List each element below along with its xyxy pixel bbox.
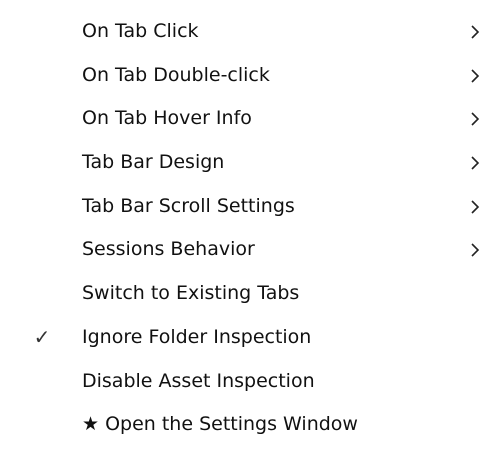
checkmark-icon: ✓ xyxy=(33,324,51,349)
chevron-right-icon xyxy=(468,68,482,84)
menu-item-switch-to-existing-tabs[interactable]: Switch to Existing Tabs xyxy=(4,272,488,316)
menu-item-tab-bar-design[interactable]: Tab Bar Design xyxy=(4,141,488,185)
menu-item-ignore-folder-inspection[interactable]: ✓ Ignore Folder Inspection xyxy=(4,316,488,360)
chevron-right-icon xyxy=(468,24,482,40)
menu-item-label: Sessions Behavior xyxy=(82,238,255,261)
menu-item-on-tab-hover-info[interactable]: On Tab Hover Info xyxy=(4,97,488,141)
menu-item-on-tab-click[interactable]: On Tab Click xyxy=(4,10,488,54)
chevron-right-icon xyxy=(468,111,482,127)
menu-item-label: Switch to Existing Tabs xyxy=(82,282,300,305)
menu-item-tab-bar-scroll-settings[interactable]: Tab Bar Scroll Settings xyxy=(4,185,488,229)
chevron-right-icon xyxy=(468,199,482,215)
context-menu: On Tab Click On Tab Double-click On Tab … xyxy=(4,0,488,450)
menu-item-label: Ignore Folder Inspection xyxy=(82,325,312,348)
menu-item-label: Tab Bar Design xyxy=(82,151,225,174)
menu-item-disable-asset-inspection[interactable]: Disable Asset Inspection xyxy=(4,360,488,404)
menu-item-label: Disable Asset Inspection xyxy=(82,369,315,392)
menu-item-label: On Tab Double-click xyxy=(82,63,270,86)
menu-item-label: ★ Open the Settings Window xyxy=(82,413,358,436)
menu-item-label: On Tab Click xyxy=(82,20,199,42)
menu-item-label: On Tab Hover Info xyxy=(82,107,252,130)
chevron-right-icon xyxy=(468,242,482,258)
menu-item-sessions-behavior[interactable]: Sessions Behavior xyxy=(4,228,488,272)
menu-item-label: Tab Bar Scroll Settings xyxy=(82,194,295,217)
menu-item-open-settings-window[interactable]: ★ Open the Settings Window xyxy=(4,403,488,447)
chevron-right-icon xyxy=(468,155,482,171)
menu-item-on-tab-double-click[interactable]: On Tab Double-click xyxy=(4,54,488,98)
